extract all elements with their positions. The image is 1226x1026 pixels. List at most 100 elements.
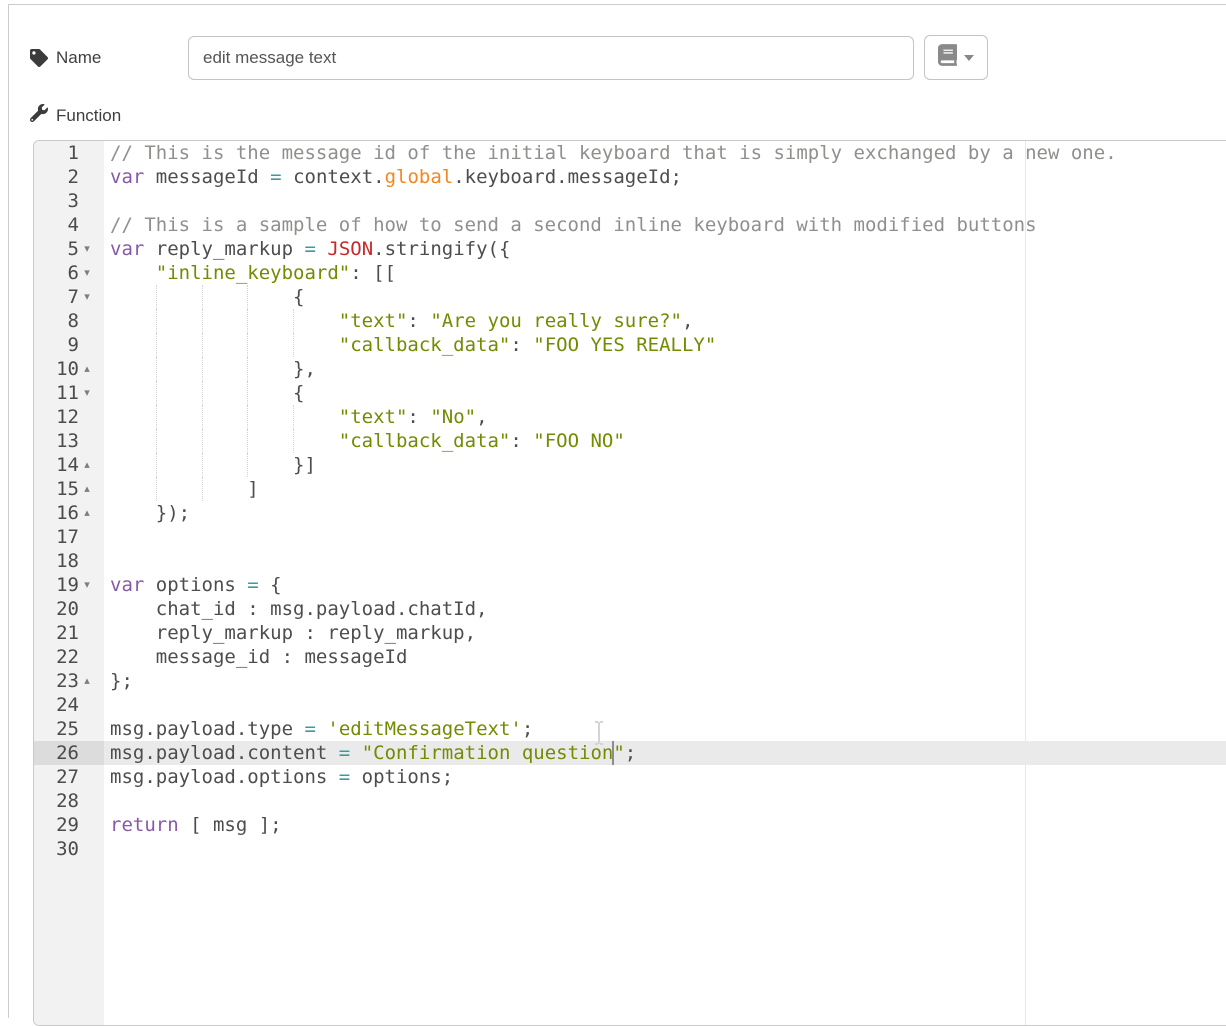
token-plain: ; <box>625 742 636 764</box>
line-number: 1 <box>34 141 79 165</box>
token-plain: }] <box>110 454 316 476</box>
code-line[interactable]: "callback_data": "FOO YES REALLY" <box>104 333 1226 357</box>
indent-guide <box>202 405 203 429</box>
code-line[interactable]: }] <box>104 453 1226 477</box>
code-line[interactable]: "text": "Are you really sure?", <box>104 309 1226 333</box>
gutter-row: 1 <box>34 141 104 165</box>
code-line[interactable]: chat_id : msg.payload.chatId, <box>104 597 1226 621</box>
token-plain <box>110 334 339 356</box>
indent-guide <box>156 357 157 381</box>
token-plain: msg.payload.options <box>110 766 339 788</box>
name-input[interactable] <box>188 36 914 80</box>
gutter-row: 5▾ <box>34 237 104 261</box>
code-line[interactable]: "callback_data": "FOO NO" <box>104 429 1226 453</box>
indent-guide <box>247 357 248 381</box>
line-number: 29 <box>34 813 79 837</box>
code-line[interactable]: // This is the message id of the initial… <box>104 141 1226 165</box>
code-line[interactable]: reply_markup : reply_markup, <box>104 621 1226 645</box>
token-string: "inline_keyboard" <box>156 262 350 284</box>
indent-guide <box>202 429 203 453</box>
code-line[interactable]: { <box>104 381 1226 405</box>
token-keyword: var <box>110 574 144 596</box>
indent-guide <box>247 453 248 477</box>
fold-close-icon[interactable]: ▴ <box>79 501 95 525</box>
code-line[interactable]: var messageId = context.global.keyboard.… <box>104 165 1226 189</box>
code-line[interactable]: // This is a sample of how to send a sec… <box>104 213 1226 237</box>
name-label-text: Name <box>56 48 101 68</box>
gutter-row: 25 <box>34 717 104 741</box>
indent-guide <box>202 357 203 381</box>
code-line[interactable]: msg.payload.options = options; <box>104 765 1226 789</box>
code-editor[interactable]: 12345▾6▾7▾8910▴11▾121314▴15▴16▴171819▾20… <box>33 140 1226 1026</box>
code-line[interactable]: msg.payload.type = 'editMessageText'; <box>104 717 1226 741</box>
code-line[interactable]: var options = { <box>104 573 1226 597</box>
gutter-row: 26 <box>34 741 104 765</box>
indent-guide <box>156 453 157 477</box>
fold-open-icon[interactable]: ▾ <box>79 261 95 285</box>
code-line[interactable]: ] <box>104 477 1226 501</box>
code-line[interactable]: var reply_markup = JSON.stringify({ <box>104 237 1226 261</box>
line-number: 4 <box>34 213 79 237</box>
token-plain: options <box>144 574 247 596</box>
fold-close-icon[interactable]: ▴ <box>79 357 95 381</box>
code-line[interactable]: { <box>104 285 1226 309</box>
code-line[interactable]: msg.payload.content = "Confirmation ques… <box>104 741 1226 765</box>
line-number: 10 <box>34 357 79 381</box>
line-number: 15 <box>34 477 79 501</box>
token-class: JSON <box>327 238 373 260</box>
fold-open-icon[interactable]: ▾ <box>79 573 95 597</box>
code-line[interactable] <box>104 789 1226 813</box>
token-operator: = <box>339 766 350 788</box>
line-number: 6 <box>34 261 79 285</box>
fold-close-icon[interactable]: ▴ <box>79 453 95 477</box>
token-operator: = <box>247 574 258 596</box>
code-line[interactable]: "inline_keyboard": [[ <box>104 261 1226 285</box>
token-plain: , <box>476 406 487 428</box>
token-operator: = <box>304 238 315 260</box>
fold-open-icon[interactable]: ▾ <box>79 285 95 309</box>
token-comment: // This is a sample of how to send a sec… <box>110 214 1037 236</box>
gutter-row: 30 <box>34 837 104 861</box>
token-plain: chat_id : msg.payload.chatId, <box>110 598 488 620</box>
code-line[interactable] <box>104 189 1226 213</box>
code-line[interactable] <box>104 549 1226 573</box>
fold-open-icon[interactable]: ▾ <box>79 237 95 261</box>
token-plain <box>110 430 339 452</box>
indent-guide <box>202 333 203 357</box>
token-plain: : <box>510 430 533 452</box>
fold-close-icon[interactable]: ▴ <box>79 669 95 693</box>
line-number: 21 <box>34 621 79 645</box>
code-line[interactable] <box>104 837 1226 861</box>
mouse-ibeam-cursor <box>591 719 607 752</box>
token-string: "callback_data" <box>339 430 511 452</box>
code-line[interactable]: }); <box>104 501 1226 525</box>
token-string: "text" <box>339 406 408 428</box>
line-number: 27 <box>34 765 79 789</box>
token-plain: }; <box>110 670 133 692</box>
code-line[interactable]: "text": "No", <box>104 405 1226 429</box>
code-line[interactable]: }; <box>104 669 1226 693</box>
line-number: 9 <box>34 333 79 357</box>
code-line[interactable]: message_id : messageId <box>104 645 1226 669</box>
token-string: "Confirmation question" <box>362 742 625 764</box>
token-plain <box>316 718 327 740</box>
indent-guide <box>247 381 248 405</box>
caret-down-icon <box>964 55 974 61</box>
line-number: 17 <box>34 525 79 549</box>
fold-open-icon[interactable]: ▾ <box>79 381 95 405</box>
library-button[interactable] <box>924 35 988 80</box>
code-line[interactable] <box>104 525 1226 549</box>
code-line[interactable] <box>104 693 1226 717</box>
fold-close-icon[interactable]: ▴ <box>79 477 95 501</box>
text-caret <box>612 741 614 765</box>
line-number: 19 <box>34 573 79 597</box>
indent-guide <box>247 285 248 309</box>
code-line[interactable]: return [ msg ]; <box>104 813 1226 837</box>
editor-code-pane[interactable]: // This is the message id of the initial… <box>104 141 1226 1025</box>
indent-guide <box>156 309 157 333</box>
token-comment: // This is the message id of the initial… <box>110 142 1117 164</box>
code-line[interactable]: }, <box>104 357 1226 381</box>
token-string: "No" <box>430 406 476 428</box>
line-number: 23 <box>34 669 79 693</box>
token-plain: msg.payload.content <box>110 742 339 764</box>
